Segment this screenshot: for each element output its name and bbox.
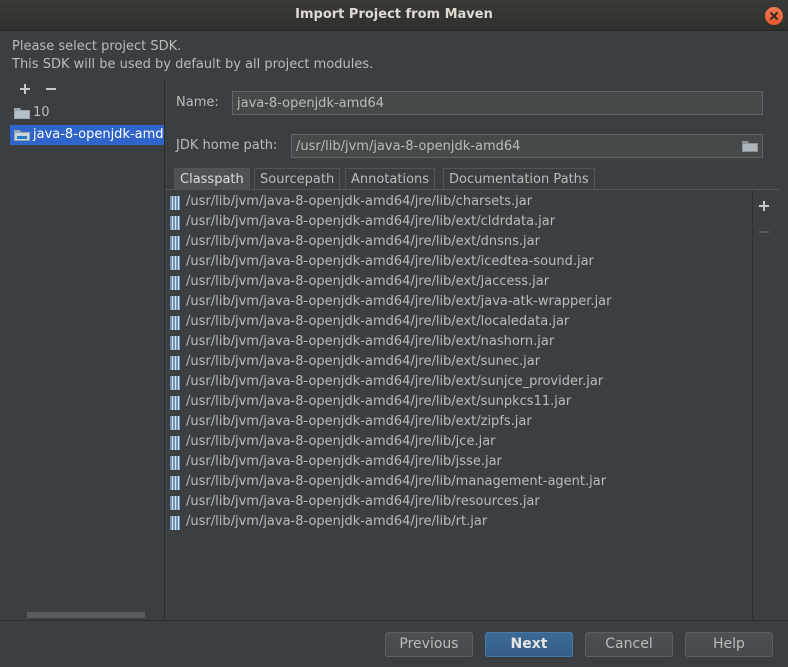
name-field[interactable] bbox=[232, 91, 763, 115]
sdk-list-item[interactable]: 10 bbox=[10, 103, 164, 123]
jar-icon bbox=[170, 396, 180, 410]
jar-icon bbox=[170, 336, 180, 350]
classpath-entry: /usr/lib/jvm/java-8-openjdk-amd64/jre/li… bbox=[186, 354, 541, 369]
sdk-list-item-selected[interactable]: java-8-openjdk-amd64 bbox=[10, 125, 164, 145]
classpath-entry: /usr/lib/jvm/java-8-openjdk-amd64/jre/li… bbox=[186, 294, 612, 309]
tab-documentation-paths[interactable]: Documentation Paths bbox=[443, 168, 595, 190]
classpath-row[interactable]: /usr/lib/jvm/java-8-openjdk-amd64/jre/li… bbox=[166, 313, 752, 333]
jar-icon bbox=[170, 236, 180, 250]
classpath-row[interactable]: /usr/lib/jvm/java-8-openjdk-amd64/jre/li… bbox=[166, 333, 752, 353]
intro-text: Please select project SDK. This SDK will… bbox=[12, 38, 373, 74]
jar-icon bbox=[170, 476, 180, 490]
classpath-entry: /usr/lib/jvm/java-8-openjdk-amd64/jre/li… bbox=[186, 394, 572, 409]
classpath-list: /usr/lib/jvm/java-8-openjdk-amd64/jre/li… bbox=[166, 193, 752, 620]
classpath-row[interactable]: /usr/lib/jvm/java-8-openjdk-amd64/jre/li… bbox=[166, 193, 752, 213]
jar-icon bbox=[170, 216, 180, 230]
cancel-button[interactable]: Cancel bbox=[585, 632, 673, 657]
remove-path-minus-icon[interactable] bbox=[757, 225, 771, 239]
jar-icon bbox=[170, 376, 180, 390]
classpath-row[interactable]: /usr/lib/jvm/java-8-openjdk-amd64/jre/li… bbox=[166, 433, 752, 453]
jar-icon bbox=[170, 296, 180, 310]
tab-classpath[interactable]: Classpath bbox=[174, 168, 250, 190]
jar-icon bbox=[170, 416, 180, 430]
classpath-row[interactable]: /usr/lib/jvm/java-8-openjdk-amd64/jre/li… bbox=[166, 233, 752, 253]
classpath-entry: /usr/lib/jvm/java-8-openjdk-amd64/jre/li… bbox=[186, 474, 607, 489]
remove-sdk-minus-icon[interactable] bbox=[44, 82, 58, 96]
panel-divider bbox=[164, 80, 165, 620]
folder-icon bbox=[14, 130, 30, 141]
jar-icon bbox=[170, 256, 180, 270]
classpath-row[interactable]: /usr/lib/jvm/java-8-openjdk-amd64/jre/li… bbox=[166, 473, 752, 493]
jar-icon bbox=[170, 436, 180, 450]
browse-folder-icon[interactable] bbox=[742, 140, 758, 152]
jdk-home-label: JDK home path: bbox=[176, 138, 278, 153]
jar-icon bbox=[170, 356, 180, 370]
classpath-entry: /usr/lib/jvm/java-8-openjdk-amd64/jre/li… bbox=[186, 334, 555, 349]
sdk-item-label: java-8-openjdk-amd64 bbox=[33, 127, 164, 142]
classpath-row[interactable]: /usr/lib/jvm/java-8-openjdk-amd64/jre/li… bbox=[166, 453, 752, 473]
classpath-entry: /usr/lib/jvm/java-8-openjdk-amd64/jre/li… bbox=[186, 234, 540, 249]
tab-annotations[interactable]: Annotations bbox=[345, 168, 436, 190]
folder-icon bbox=[14, 108, 30, 119]
tab-underline bbox=[165, 189, 779, 190]
jar-icon bbox=[170, 276, 180, 290]
classpath-entry: /usr/lib/jvm/java-8-openjdk-amd64/jre/li… bbox=[186, 214, 556, 229]
classpath-entry: /usr/lib/jvm/java-8-openjdk-amd64/jre/li… bbox=[186, 274, 550, 289]
jar-icon bbox=[170, 196, 180, 210]
classpath-entry: /usr/lib/jvm/java-8-openjdk-amd64/jre/li… bbox=[186, 414, 532, 429]
jar-icon bbox=[170, 316, 180, 330]
close-icon[interactable] bbox=[765, 7, 783, 25]
classpath-row[interactable]: /usr/lib/jvm/java-8-openjdk-amd64/jre/li… bbox=[166, 213, 752, 233]
help-button[interactable]: Help bbox=[685, 632, 773, 657]
title-bar: Import Project from Maven bbox=[0, 0, 788, 31]
jar-icon bbox=[170, 496, 180, 510]
intro-line-2: This SDK will be used by default by all … bbox=[12, 57, 374, 72]
classpath-row[interactable]: /usr/lib/jvm/java-8-openjdk-amd64/jre/li… bbox=[166, 413, 752, 433]
sdk-list-scrollbar[interactable] bbox=[27, 612, 145, 618]
name-label: Name: bbox=[176, 95, 219, 110]
tab-sourcepath[interactable]: Sourcepath bbox=[254, 168, 341, 190]
classpath-row[interactable]: /usr/lib/jvm/java-8-openjdk-amd64/jre/li… bbox=[166, 513, 752, 533]
classpath-entry: /usr/lib/jvm/java-8-openjdk-amd64/jre/li… bbox=[186, 254, 594, 269]
list-separator bbox=[752, 190, 753, 620]
footer-separator bbox=[0, 620, 788, 621]
classpath-row[interactable]: /usr/lib/jvm/java-8-openjdk-amd64/jre/li… bbox=[166, 373, 752, 393]
intro-line-1: Please select project SDK. bbox=[12, 39, 182, 54]
classpath-row[interactable]: /usr/lib/jvm/java-8-openjdk-amd64/jre/li… bbox=[166, 273, 752, 293]
classpath-entry: /usr/lib/jvm/java-8-openjdk-amd64/jre/li… bbox=[186, 494, 540, 509]
classpath-row[interactable]: /usr/lib/jvm/java-8-openjdk-amd64/jre/li… bbox=[166, 253, 752, 273]
jar-icon bbox=[170, 456, 180, 470]
classpath-row[interactable]: /usr/lib/jvm/java-8-openjdk-amd64/jre/li… bbox=[166, 393, 752, 413]
window-title: Import Project from Maven bbox=[295, 7, 493, 22]
classpath-row[interactable]: /usr/lib/jvm/java-8-openjdk-amd64/jre/li… bbox=[166, 353, 752, 373]
previous-button[interactable]: Previous bbox=[385, 632, 473, 657]
next-button[interactable]: Next bbox=[485, 632, 573, 657]
classpath-row[interactable]: /usr/lib/jvm/java-8-openjdk-amd64/jre/li… bbox=[166, 493, 752, 513]
classpath-row[interactable]: /usr/lib/jvm/java-8-openjdk-amd64/jre/li… bbox=[166, 293, 752, 313]
jdk-home-path-field[interactable] bbox=[291, 134, 763, 158]
classpath-entry: /usr/lib/jvm/java-8-openjdk-amd64/jre/li… bbox=[186, 314, 570, 329]
sdk-item-label: 10 bbox=[33, 105, 50, 120]
classpath-entry: /usr/lib/jvm/java-8-openjdk-amd64/jre/li… bbox=[186, 194, 533, 209]
add-path-plus-icon[interactable] bbox=[757, 199, 771, 213]
classpath-entry: /usr/lib/jvm/java-8-openjdk-amd64/jre/li… bbox=[186, 434, 496, 449]
add-sdk-plus-icon[interactable] bbox=[18, 82, 32, 96]
classpath-entry: /usr/lib/jvm/java-8-openjdk-amd64/jre/li… bbox=[186, 454, 502, 469]
classpath-entry: /usr/lib/jvm/java-8-openjdk-amd64/jre/li… bbox=[186, 374, 604, 389]
jar-icon bbox=[170, 516, 180, 530]
classpath-entry: /usr/lib/jvm/java-8-openjdk-amd64/jre/li… bbox=[186, 514, 488, 529]
